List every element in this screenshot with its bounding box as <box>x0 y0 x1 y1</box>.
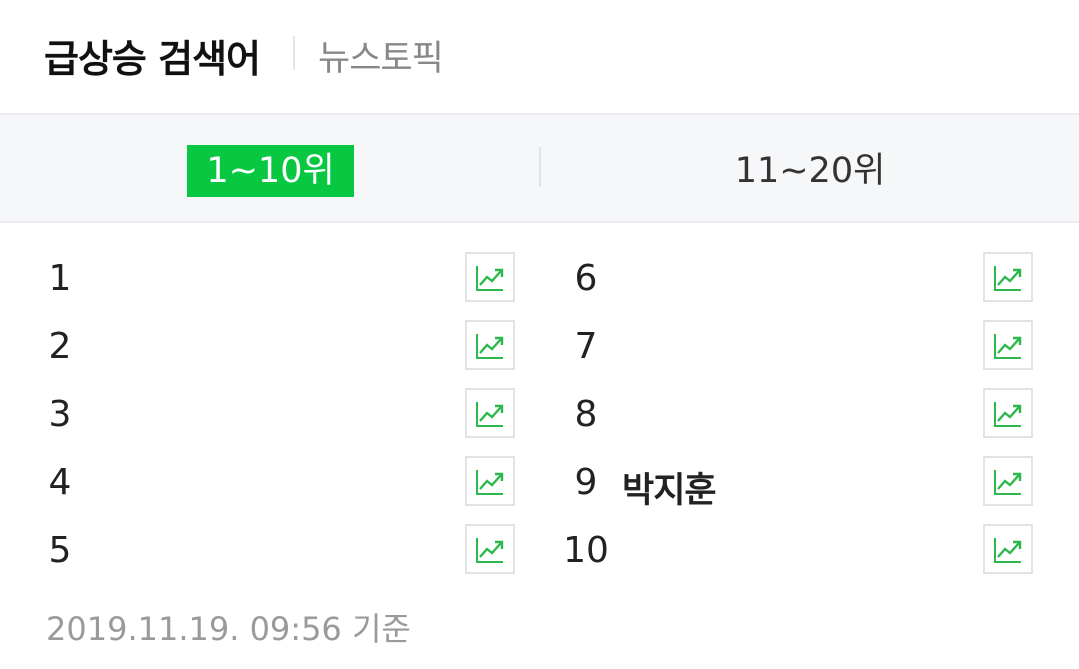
ranking-list-right: 6 7 8 9 박지훈 10 <box>540 246 1079 586</box>
rank-range-tabbar: 1~10위 11~20위 <box>0 113 1079 223</box>
ranking-row[interactable]: 6 <box>540 246 1079 314</box>
ranking-row[interactable]: 10 <box>540 518 1079 586</box>
ranking-list-left: 1 2 3 4 5 <box>0 246 540 586</box>
news-topic-tab[interactable]: 뉴스토픽 <box>318 30 444 81</box>
ranking-row[interactable]: 9 박지훈 <box>540 450 1079 518</box>
trend-chart-button[interactable] <box>983 456 1033 506</box>
rank-number: 7 <box>574 326 598 367</box>
ranking-row[interactable]: 1 <box>0 246 540 314</box>
ranking-row[interactable]: 5 <box>0 518 540 586</box>
ranking-row[interactable]: 2 <box>0 314 540 382</box>
trend-chart-button[interactable] <box>983 524 1033 574</box>
keyword[interactable]: 박지훈 <box>622 462 717 513</box>
ranking-row[interactable]: 4 <box>0 450 540 518</box>
trend-chart-button[interactable] <box>983 252 1033 302</box>
rank-number: 8 <box>574 394 598 435</box>
trend-chart-icon <box>476 538 504 563</box>
trend-chart-icon <box>476 334 504 359</box>
updated-timestamp: 2019.11.19. 09:56 기준 <box>46 610 411 648</box>
rank-number: 9 <box>574 462 598 503</box>
trend-chart-icon <box>476 266 504 291</box>
page-title: 급상승 검색어 <box>44 37 261 81</box>
trend-chart-icon <box>994 538 1022 563</box>
trend-chart-icon <box>994 334 1022 359</box>
rank-number: 10 <box>563 530 609 571</box>
tab-rank-11-20[interactable]: 11~20위 <box>700 145 920 197</box>
ranking-row[interactable]: 8 <box>540 382 1079 450</box>
trend-chart-icon <box>476 470 504 495</box>
header: 급상승 검색어 뉴스토픽 <box>0 0 1079 110</box>
trend-chart-icon <box>994 266 1022 291</box>
trend-chart-icon <box>994 402 1022 427</box>
rank-number: 3 <box>48 394 72 435</box>
trend-chart-icon <box>476 402 504 427</box>
tab-divider <box>539 147 541 187</box>
ranking-row[interactable]: 3 <box>0 382 540 450</box>
rank-number: 5 <box>48 530 72 571</box>
rank-number: 2 <box>48 326 72 367</box>
rank-number: 1 <box>48 258 72 299</box>
trend-chart-button[interactable] <box>465 524 515 574</box>
rank-number: 4 <box>48 462 72 503</box>
trend-chart-button[interactable] <box>465 456 515 506</box>
trend-chart-button[interactable] <box>465 320 515 370</box>
trend-chart-button[interactable] <box>983 320 1033 370</box>
trend-chart-button[interactable] <box>465 388 515 438</box>
header-divider <box>293 36 295 70</box>
trend-chart-button[interactable] <box>465 252 515 302</box>
rank-number: 6 <box>574 258 598 299</box>
trend-chart-button[interactable] <box>983 388 1033 438</box>
ranking-row[interactable]: 7 <box>540 314 1079 382</box>
trend-chart-icon <box>994 470 1022 495</box>
tab-rank-1-10[interactable]: 1~10위 <box>187 145 354 197</box>
